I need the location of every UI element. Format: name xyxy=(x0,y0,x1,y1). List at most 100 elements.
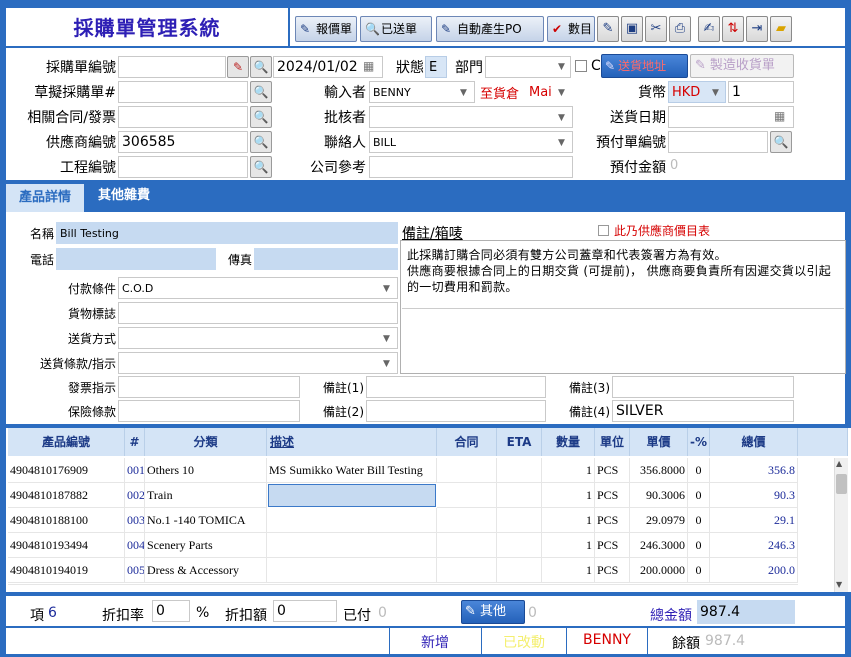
price-list-checkbox[interactable] xyxy=(598,225,609,236)
print-button[interactable]: ⎙ xyxy=(669,16,691,42)
new-doc-button[interactable]: ✎ xyxy=(597,16,619,42)
make-receipt-button[interactable]: ✎ 製造收貨單 xyxy=(690,54,794,78)
row-code: 4904810176909 xyxy=(8,458,125,483)
save-button[interactable]: ▣ xyxy=(621,16,643,42)
row-no: 004 xyxy=(125,533,145,558)
c-checkbox[interactable] xyxy=(575,60,587,72)
prepay-no-input[interactable] xyxy=(668,131,768,153)
shipped-button[interactable]: 🔍已送單 xyxy=(360,16,432,42)
payment-terms-select[interactable]: C.O.D xyxy=(118,277,398,299)
row-desc[interactable]: MS Sumikko Water Bill Testing xyxy=(267,458,437,483)
chevron-down-icon: ▼ xyxy=(558,113,565,123)
scroll-up-icon[interactable]: ▲ xyxy=(836,459,842,468)
project-search-button[interactable]: 🔍 xyxy=(250,156,272,178)
exit-button[interactable]: ⇥ xyxy=(746,16,768,42)
to-warehouse-select[interactable]: Mai xyxy=(525,81,573,103)
prepay-search-button[interactable]: 🔍 xyxy=(770,131,792,153)
po-no-input[interactable] xyxy=(118,56,226,78)
insurance-input[interactable] xyxy=(118,400,300,422)
tools-button[interactable]: ✂ xyxy=(645,16,667,42)
po-no-label: 採購單編號 xyxy=(46,60,116,76)
status-input[interactable]: E xyxy=(425,56,447,78)
notes-textarea[interactable]: 此採購訂購合同必須有雙方公司蓋章和代表簽署方為有效。 供應商要根據合同上的日期交… xyxy=(400,240,846,374)
disc-amount-input[interactable]: 0 xyxy=(273,600,337,622)
goods-mark-input[interactable] xyxy=(118,302,398,324)
ship-terms-select[interactable] xyxy=(118,352,398,374)
header-unit[interactable]: 單位 xyxy=(595,428,630,456)
payment-terms-label: 付款條件 xyxy=(67,282,116,296)
rate-input[interactable]: 1 xyxy=(728,81,794,103)
header-desc[interactable]: 描述 xyxy=(267,428,437,456)
tab-product-details[interactable]: 產品詳情 xyxy=(6,182,84,212)
quote-button[interactable]: ✎ 報價單 xyxy=(295,16,357,42)
row-qty: 1 xyxy=(542,483,595,508)
approver-select[interactable] xyxy=(369,106,573,128)
remark1-input[interactable] xyxy=(366,376,546,398)
confirm-button[interactable]: ✔ 數目 xyxy=(547,16,595,42)
doc-icon: ✎ xyxy=(605,59,616,73)
ship-method-select[interactable] xyxy=(118,327,398,349)
po-search-button[interactable]: 🔍 xyxy=(250,56,272,78)
invoice-instr-label: 發票指示 xyxy=(67,381,116,395)
ship-address-button[interactable]: ✎ 送貨地址 xyxy=(601,54,688,78)
name-input[interactable]: Bill Testing xyxy=(56,222,398,244)
po-lookup-button[interactable]: ✎ xyxy=(227,56,249,78)
row-desc[interactable] xyxy=(267,558,437,583)
row-no: 005 xyxy=(125,558,145,583)
contract-search-button[interactable]: 🔍 xyxy=(250,106,272,128)
row-disc: 0 xyxy=(688,533,710,558)
row-code: 4904810187882 xyxy=(8,483,125,508)
row-desc[interactable] xyxy=(267,508,437,533)
header-contract[interactable]: 合同 xyxy=(437,428,497,456)
header-eta[interactable]: ETA xyxy=(497,428,542,456)
insurance-label: 保險條款 xyxy=(67,405,116,419)
remark2-input[interactable] xyxy=(366,400,546,422)
search-doc-icon: 🔍 xyxy=(253,160,269,174)
notes-divider xyxy=(402,308,844,309)
header-category[interactable]: 分類 xyxy=(145,428,267,456)
row-contract xyxy=(437,508,497,533)
row-contract xyxy=(437,558,497,583)
open-folder-button[interactable]: ▰ xyxy=(770,16,792,42)
status-label: 狀態 xyxy=(396,60,424,76)
remark4-input[interactable]: SILVER xyxy=(612,400,794,422)
dept-label: 部門 xyxy=(455,60,483,76)
edit-button[interactable]: ✍ xyxy=(698,16,720,42)
transfer-button[interactable]: ⇅ xyxy=(722,16,744,42)
fax-input[interactable] xyxy=(254,248,398,270)
company-ref-input[interactable] xyxy=(369,156,573,178)
auto-po-button[interactable]: ✎ 自動產生PO xyxy=(436,16,544,42)
other-button[interactable]: ✎ 其他 xyxy=(461,600,525,624)
header-no[interactable]: # xyxy=(125,428,145,456)
supplier-input[interactable]: 306585 xyxy=(118,131,248,153)
calendar-icon[interactable]: ▦ xyxy=(363,59,374,73)
row-no: 001 xyxy=(125,458,145,483)
header-total[interactable]: 總價 xyxy=(710,428,798,456)
draft-input[interactable] xyxy=(118,81,248,103)
header-code[interactable]: 產品編號 xyxy=(8,428,125,456)
row-eta xyxy=(497,533,542,558)
total-value: 987.4 xyxy=(697,600,795,624)
remark3-input[interactable] xyxy=(612,376,794,398)
calendar-icon[interactable]: ▦ xyxy=(774,109,785,123)
remark3-label: 備註(3) xyxy=(569,381,610,395)
header-price[interactable]: 單價 xyxy=(630,428,688,456)
contract-input[interactable] xyxy=(118,106,248,128)
draft-search-button[interactable]: 🔍 xyxy=(250,81,272,103)
header-disc[interactable]: -% xyxy=(688,428,710,456)
scroll-down-icon[interactable]: ▼ xyxy=(836,580,842,589)
row-desc[interactable] xyxy=(267,533,437,558)
header-qty[interactable]: 數量 xyxy=(542,428,595,456)
tab-other-charges[interactable]: 其他雜費 xyxy=(85,182,163,212)
currency-label: 貨幣 xyxy=(638,85,666,101)
supplier-search-button[interactable]: 🔍 xyxy=(250,131,272,153)
phone-input[interactable] xyxy=(56,248,216,270)
row-total: 29.1 xyxy=(710,508,798,533)
row-desc-editing[interactable] xyxy=(268,484,436,507)
new-doc-icon: ✎ xyxy=(602,21,614,36)
contact-select[interactable]: BILL xyxy=(369,131,573,153)
scroll-thumb[interactable] xyxy=(836,474,847,494)
invoice-instr-input[interactable] xyxy=(118,376,300,398)
disc-rate-input[interactable]: 0 xyxy=(152,600,190,622)
project-input[interactable] xyxy=(118,156,248,178)
